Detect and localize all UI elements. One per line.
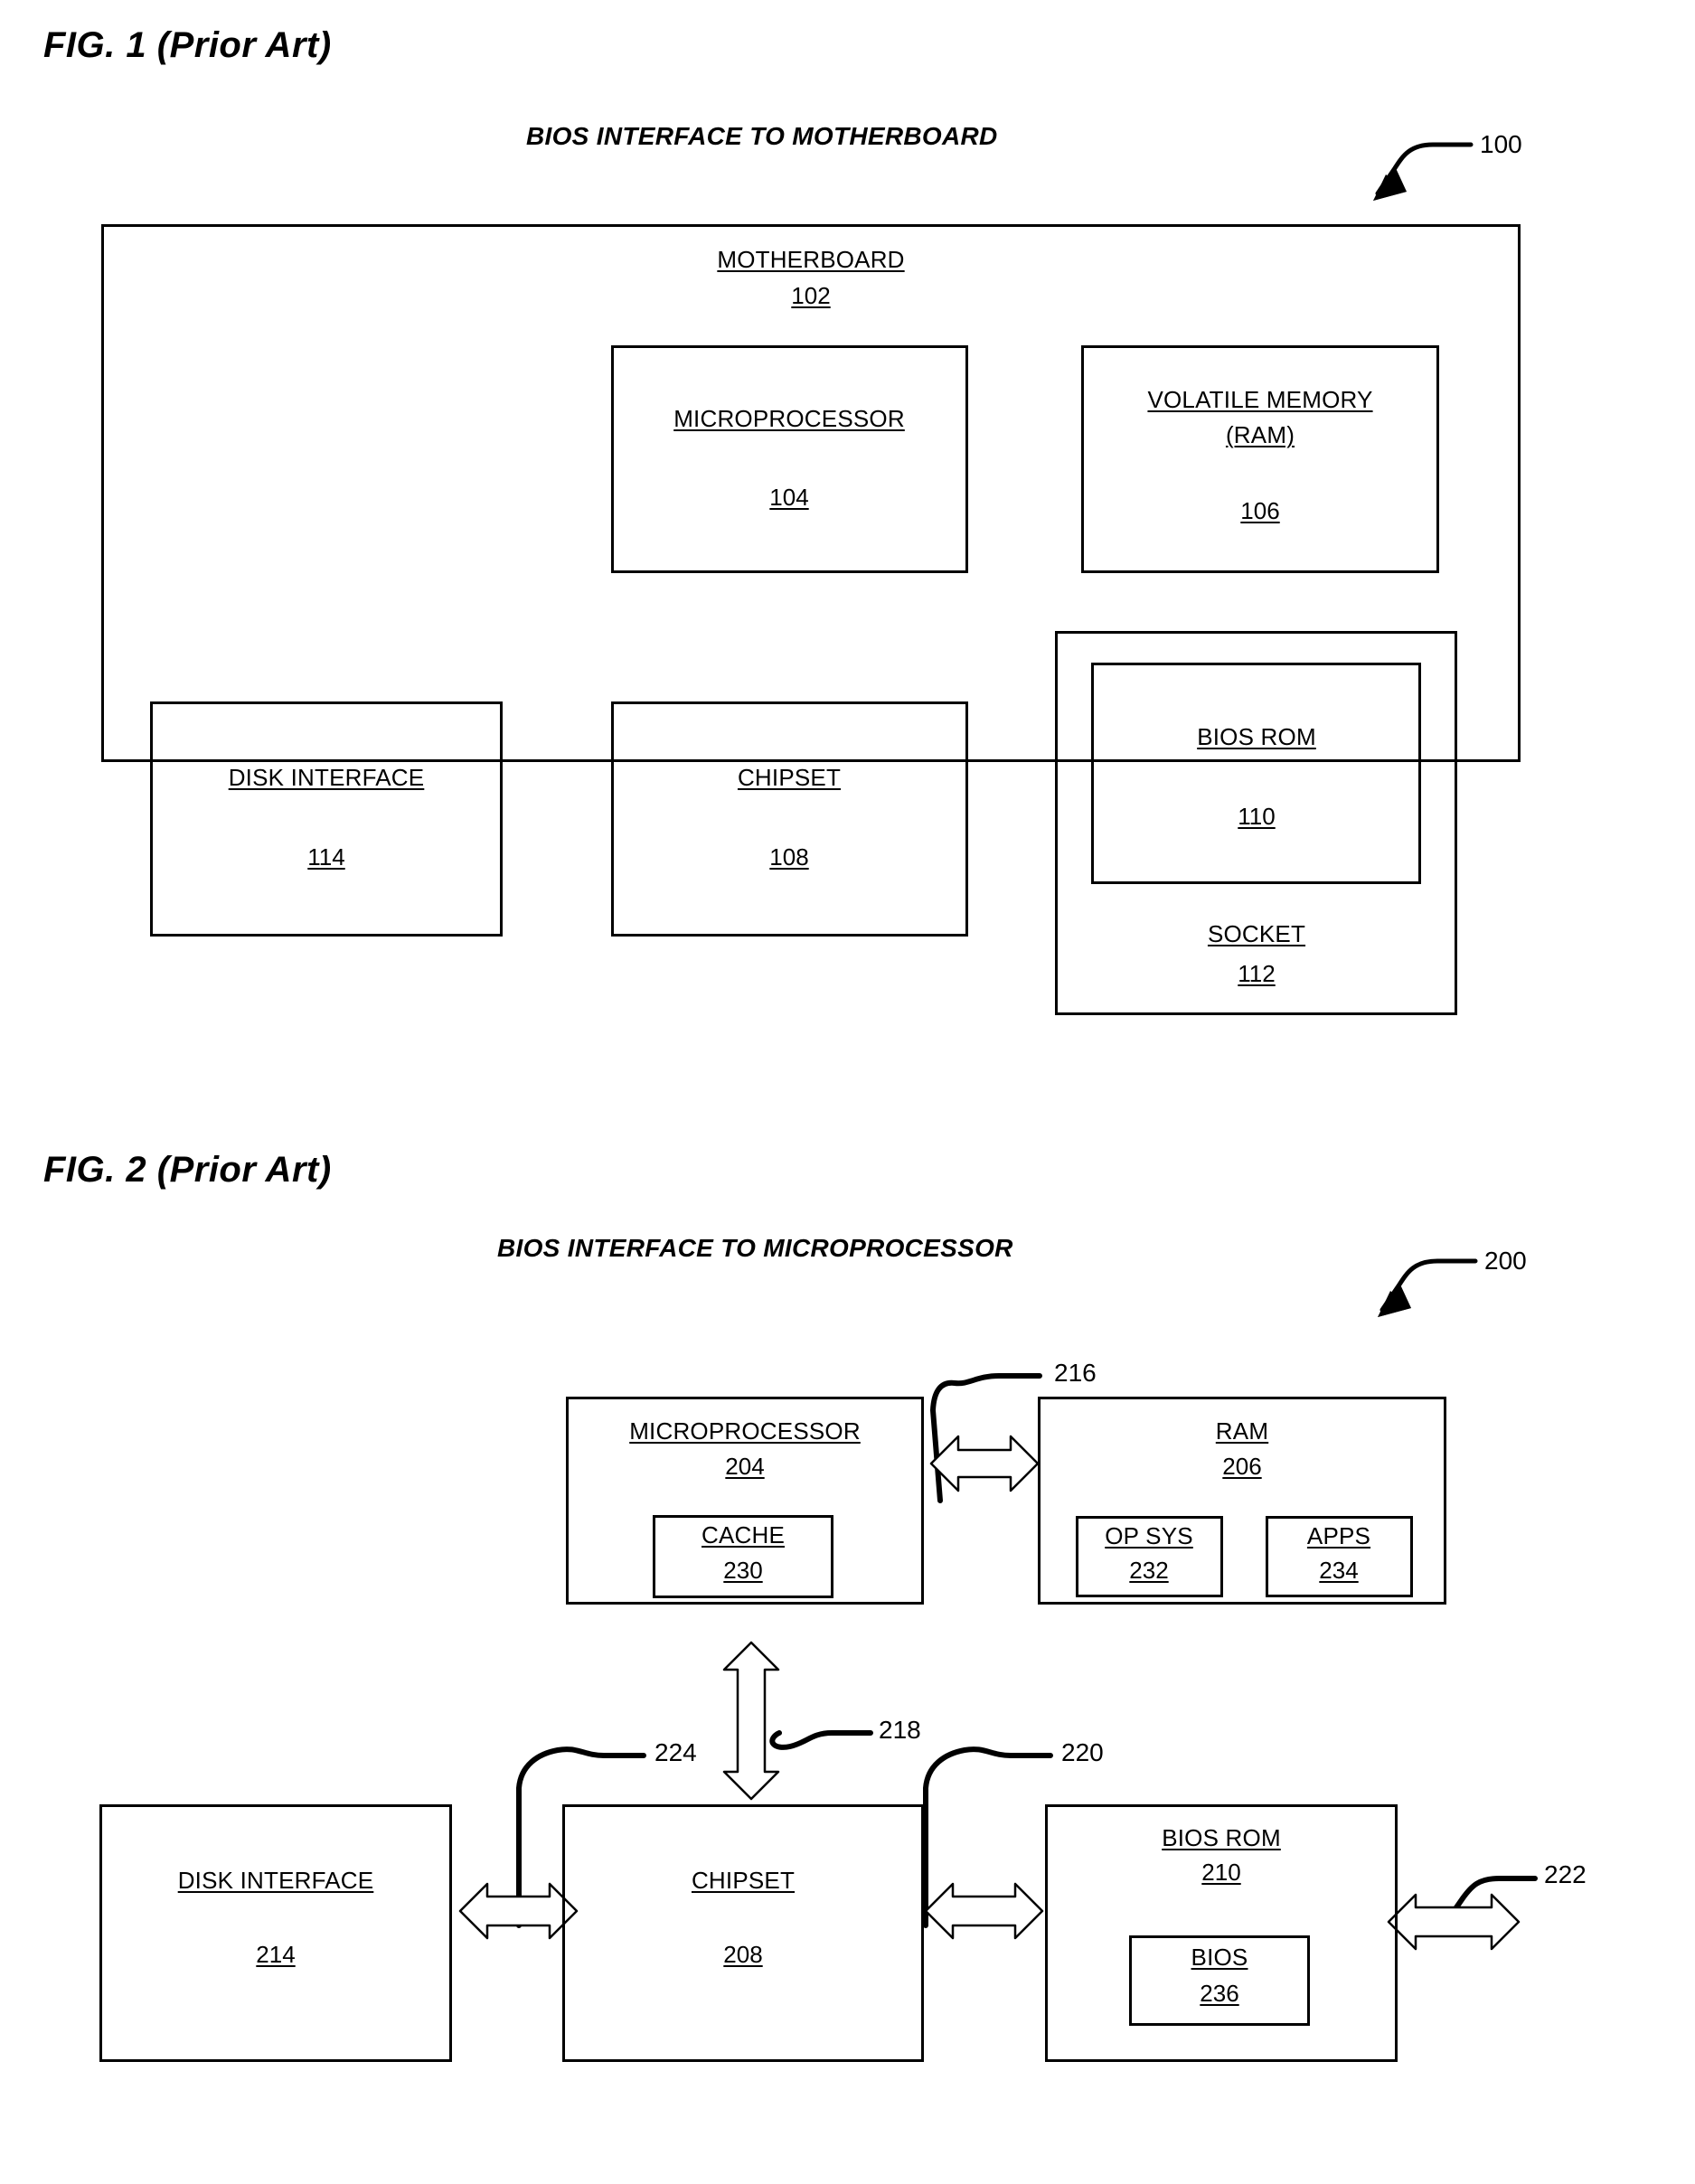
fig2-disk-interface-box xyxy=(99,1804,452,2062)
fig2-opsys-ref: 232 xyxy=(1129,1557,1169,1584)
arrow-biosrom-external xyxy=(1387,1893,1521,1951)
fig2-bios-rom-label: BIOS ROM xyxy=(1162,1824,1281,1851)
fig2-chipset-box xyxy=(562,1804,924,2062)
fig2-apps-ref: 234 xyxy=(1319,1557,1359,1584)
fig1-socket-label: SOCKET xyxy=(1207,920,1306,947)
arrow-microprocessor-chipset xyxy=(722,1641,780,1801)
fig1-ref-100: 100 xyxy=(1480,130,1522,158)
fig1-motherboard-ref: 102 xyxy=(791,282,831,309)
fig1-bios-rom-box xyxy=(1091,663,1421,884)
fig2-caption: FIG. 2 (Prior Art) xyxy=(43,1150,332,1190)
leader-218 xyxy=(769,1730,873,1750)
leader-200 xyxy=(1378,1258,1478,1317)
fig1-disk-interface-label: DISK INTERFACE xyxy=(228,764,425,791)
leader-220 xyxy=(923,1746,1053,1928)
arrow-chipset-biosrom xyxy=(924,1882,1044,1940)
fig1-chipset-ref: 108 xyxy=(769,843,809,871)
fig1-volatile-memory-label2: (RAM) xyxy=(1225,421,1295,448)
fig2-cache-ref: 230 xyxy=(723,1557,763,1584)
leader-216 xyxy=(930,1373,1042,1503)
fig2-apps-label: APPS xyxy=(1306,1522,1371,1549)
fig1-microprocessor-ref: 104 xyxy=(769,484,809,511)
fig1-microprocessor-box xyxy=(611,345,968,573)
fig2-bios-ref: 236 xyxy=(1200,1980,1239,2007)
fig1-volatile-memory-ref: 106 xyxy=(1240,497,1280,524)
fig2-bios-label: BIOS xyxy=(1191,1944,1248,1971)
arrow-disk-chipset xyxy=(458,1882,579,1940)
leader-100 xyxy=(1373,142,1474,201)
fig1-bios-rom-label: BIOS ROM xyxy=(1197,723,1316,750)
fig2-opsys-label: OP SYS xyxy=(1105,1522,1193,1549)
fig2-disk-interface-label: DISK INTERFACE xyxy=(177,1867,374,1894)
fig1-microprocessor-label: MICROPROCESSOR xyxy=(673,405,905,432)
fig2-chipset-ref: 208 xyxy=(723,1941,763,1968)
fig1-motherboard-label: MOTHERBOARD xyxy=(717,246,905,273)
fig1-volatile-memory-label: VOLATILE MEMORY xyxy=(1147,386,1373,413)
fig1-volatile-memory-box xyxy=(1081,345,1439,573)
fig1-title: BIOS INTERFACE TO MOTHERBOARD xyxy=(526,122,998,150)
fig2-microprocessor-ref: 204 xyxy=(725,1453,765,1480)
fig2-ram-ref: 206 xyxy=(1222,1453,1262,1480)
fig2-disk-interface-ref: 214 xyxy=(256,1941,296,1968)
fig2-ref-200: 200 xyxy=(1484,1247,1527,1275)
fig1-chipset-label: CHIPSET xyxy=(737,764,842,791)
fig2-cache-label: CACHE xyxy=(701,1521,786,1549)
fig2-ref-222: 222 xyxy=(1544,1860,1587,1888)
fig2-microprocessor-label: MICROPROCESSOR xyxy=(629,1417,861,1445)
leader-222 xyxy=(1444,1876,1538,1925)
patent-drawing-sheet: FIG. 1 (Prior Art) BIOS INTERFACE TO MOT… xyxy=(0,0,1695,2184)
fig2-ref-220: 220 xyxy=(1061,1738,1104,1766)
fig1-bios-rom-ref: 110 xyxy=(1238,803,1276,830)
fig1-caption: FIG. 1 (Prior Art) xyxy=(43,25,332,65)
fig2-chipset-label: CHIPSET xyxy=(691,1867,796,1894)
fig1-socket-ref: 112 xyxy=(1238,960,1276,987)
fig1-disk-interface-box xyxy=(150,701,503,937)
fig1-chipset-box xyxy=(611,701,968,937)
fig2-ram-label: RAM xyxy=(1215,1417,1269,1445)
fig1-disk-interface-ref: 114 xyxy=(307,843,345,871)
fig2-ref-216: 216 xyxy=(1054,1359,1097,1387)
fig2-bios-rom-ref: 210 xyxy=(1201,1859,1241,1886)
arrow-microprocessor-ram xyxy=(929,1435,1040,1492)
fig2-title: BIOS INTERFACE TO MICROPROCESSOR xyxy=(497,1234,1013,1262)
fig2-ref-224: 224 xyxy=(654,1738,697,1766)
fig2-ref-218: 218 xyxy=(879,1716,921,1744)
